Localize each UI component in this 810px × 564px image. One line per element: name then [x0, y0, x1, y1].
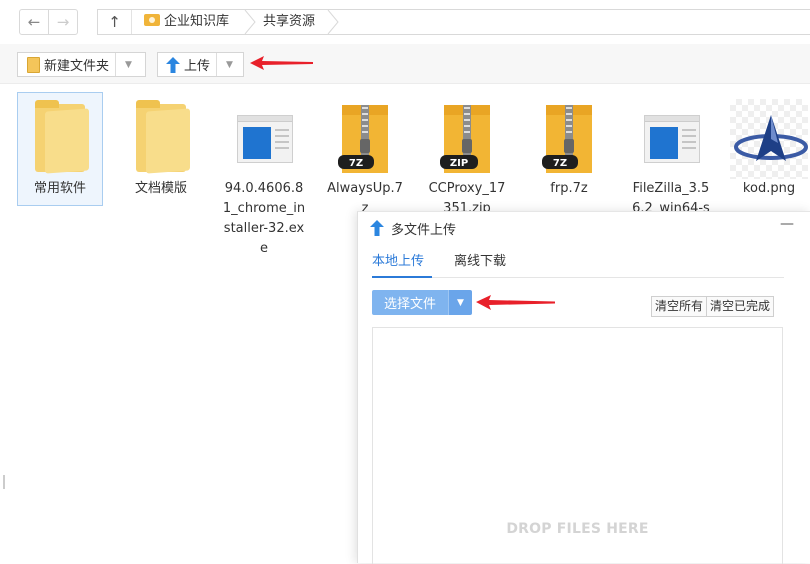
file-name: 94.0.4606.81_chrome_installer-32.exe [222, 181, 306, 256]
minimize-button[interactable]: — [780, 216, 794, 232]
png-image-icon [730, 99, 808, 179]
caret-down-icon: ▼ [457, 297, 464, 308]
red-annotation-arrow [250, 56, 313, 70]
arrow-left-icon: ← [27, 13, 41, 31]
upload-arrow-icon [166, 56, 180, 73]
file-name: 常用软件 [33, 181, 86, 196]
file-name: kod.png [742, 181, 796, 196]
folder-icon [126, 99, 196, 179]
svg-text:7Z: 7Z [553, 158, 567, 169]
file-name: CCProxy_17351.zip [428, 181, 506, 215]
back-button[interactable]: ← [19, 9, 49, 35]
file-name: 文档模版 [134, 181, 187, 196]
tab-offline-download[interactable]: 离线下载 [454, 250, 506, 278]
up-level-button[interactable]: ↑ [98, 10, 132, 34]
breadcrumb-label: 企业知识库 [164, 14, 230, 29]
exe-icon [636, 99, 706, 179]
arrow-right-icon: → [56, 13, 70, 31]
breadcrumb-separator [327, 10, 339, 34]
file-name: frp.7z [550, 181, 588, 196]
zip-archive-icon: ZIP [432, 99, 502, 179]
clear-all-button[interactable]: 清空所有 [652, 297, 707, 316]
dialog-title: 多文件上传 [391, 222, 457, 238]
file-item-archive[interactable]: ZIP CCProxy_17351.zip [424, 93, 510, 215]
new-folder-label: 新建文件夹 [44, 59, 110, 74]
file-item-exe[interactable]: FileZilla_3.56.2_win64-se [628, 93, 714, 215]
upload-dialog: 多文件上传 — 本地上传 离线下载 选择文件 ▼ 清空所有 清空已完成 DROP… [357, 211, 810, 564]
upload-tabs: 本地上传 离线下载 [372, 250, 784, 278]
dialog-title-bar: 多文件上传 [370, 218, 456, 238]
address-bar: ← → ↑ 企业知识库 共享资源 [0, 0, 810, 44]
clear-buttons: 清空所有 清空已完成 [651, 296, 775, 317]
file-name: FileZilla_3.56.2_win64-se [632, 181, 710, 215]
breadcrumb-label: 共享资源 [263, 14, 316, 29]
choose-files-button[interactable]: 选择文件 ▼ [372, 290, 472, 315]
upload-dropdown[interactable]: ▼ [216, 53, 242, 76]
toolbar: 新建文件夹 ▼ 上传 ▼ [0, 44, 810, 84]
drop-zone[interactable]: DROP FILES HERE [372, 327, 783, 564]
choose-files-dropdown[interactable]: ▼ [448, 290, 472, 315]
choose-files-label[interactable]: 选择文件 [372, 290, 448, 315]
breadcrumb-separator [244, 10, 256, 34]
drop-files-text: DROP FILES HERE [506, 521, 649, 537]
forward-button[interactable]: → [48, 9, 78, 35]
file-item-folder[interactable]: 常用软件 [17, 92, 103, 206]
clear-completed-button[interactable]: 清空已完成 [706, 297, 774, 316]
caret-down-icon: ▼ [226, 59, 233, 70]
file-item-image[interactable]: kod.png [728, 93, 810, 199]
new-folder-dropdown[interactable]: ▼ [115, 53, 141, 76]
breadcrumb: ↑ 企业知识库 共享资源 [97, 9, 810, 35]
new-folder-button[interactable]: 新建文件夹 ▼ [17, 52, 146, 77]
exe-icon [229, 99, 299, 179]
upload-label: 上传 [184, 59, 211, 74]
resize-handle[interactable] [3, 475, 5, 489]
file-item-archive[interactable]: 7Z frp.7z [526, 93, 612, 199]
file-item-archive[interactable]: 7Z AlwaysUp.7z [322, 93, 408, 219]
upload-arrow-icon [370, 220, 384, 236]
tab-local-upload[interactable]: 本地上传 [372, 250, 432, 278]
breadcrumb-item-shared-resources[interactable]: 共享资源 [263, 10, 315, 34]
file-item-exe[interactable]: 94.0.4606.81_chrome_installer-32.exe [219, 93, 309, 259]
file-item-folder[interactable]: 文档模版 [118, 93, 204, 199]
new-folder-icon [27, 56, 40, 73]
arrow-up-icon: ↑ [108, 13, 121, 31]
red-annotation-arrow [476, 295, 555, 310]
upload-button[interactable]: 上传 ▼ [157, 52, 244, 77]
7z-archive-icon: 7Z [330, 99, 400, 179]
svg-text:7Z: 7Z [349, 158, 363, 169]
breadcrumb-item-knowledge-base[interactable]: 企业知识库 [144, 10, 229, 34]
caret-down-icon: ▼ [125, 59, 132, 70]
svg-text:ZIP: ZIP [450, 158, 468, 169]
folder-icon [144, 14, 160, 26]
folder-icon [25, 99, 95, 179]
7z-archive-icon: 7Z [534, 99, 604, 179]
